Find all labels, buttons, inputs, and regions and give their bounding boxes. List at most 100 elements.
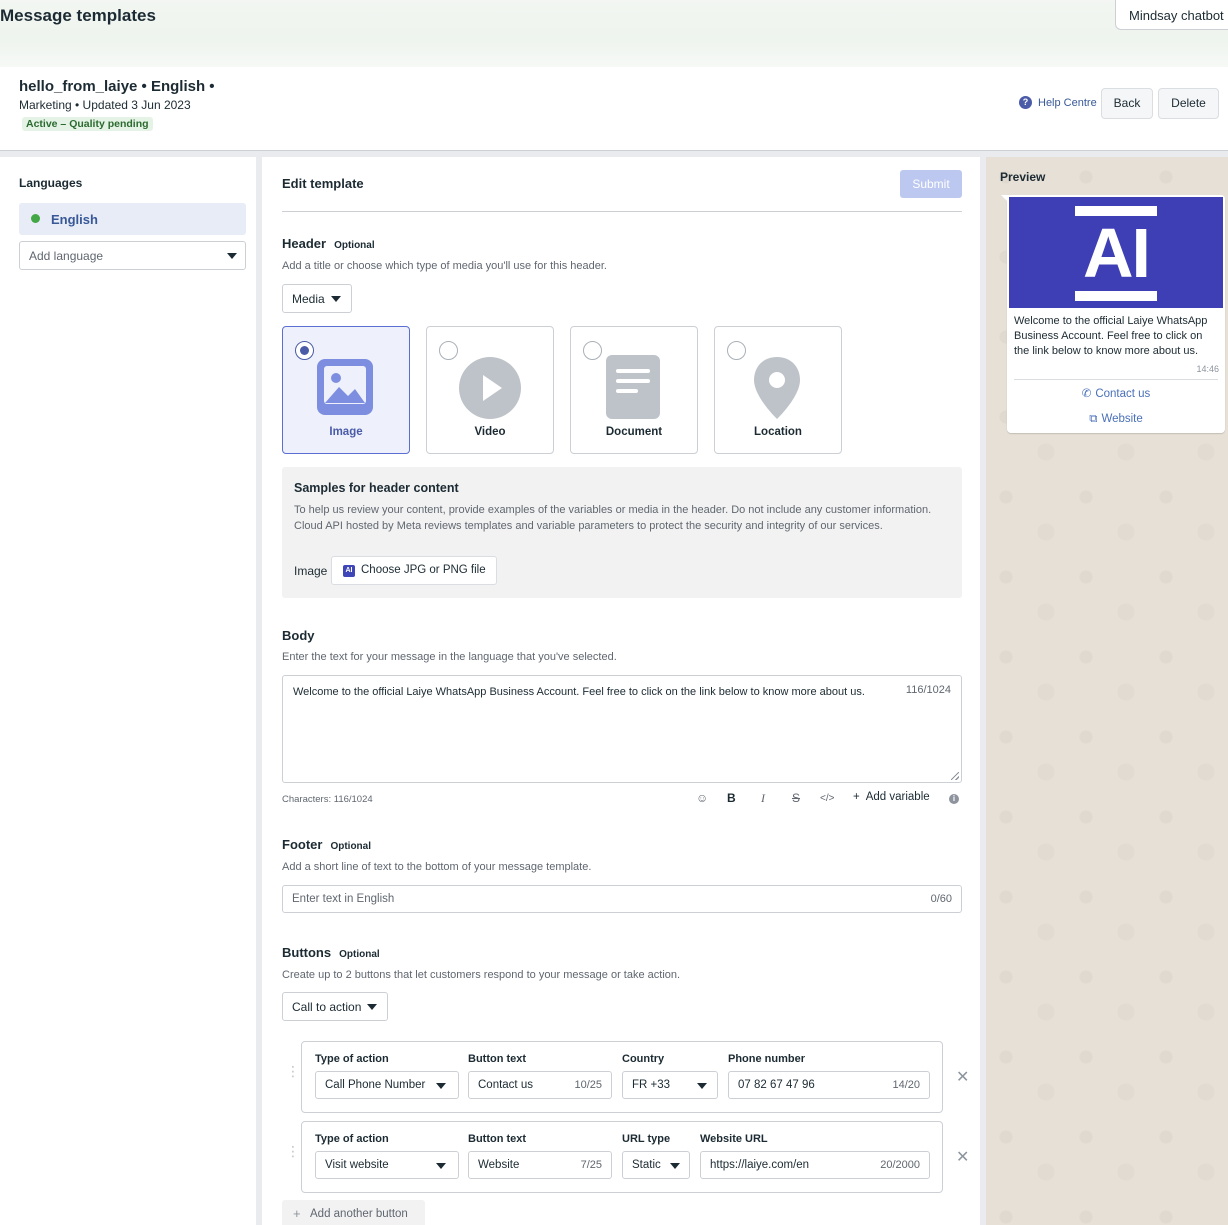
add-language-select[interactable]: Add language — [19, 241, 246, 270]
account-name: Mindsay chatbot — [1129, 8, 1224, 23]
image-icon — [317, 359, 373, 415]
footer-input[interactable]: Enter text in English 0/60 — [282, 885, 962, 913]
country-select[interactable]: FR +33 — [622, 1071, 718, 1099]
add-another-label: Add another button — [310, 1208, 408, 1220]
button-text-value: Contact us — [478, 1079, 533, 1091]
chevron-down-icon — [367, 1004, 377, 1010]
media-option-document[interactable]: Document — [570, 326, 698, 454]
template-header: hello_from_laiye • English • Marketing •… — [0, 67, 1228, 151]
samples-box: Samples for header content To help us re… — [282, 467, 962, 598]
delete-button[interactable]: Delete — [1158, 88, 1219, 119]
radio-button[interactable] — [727, 341, 746, 360]
media-option-image[interactable]: Image — [282, 326, 410, 454]
preview-title: Preview — [1000, 170, 1046, 184]
action-type-select[interactable]: Call Phone Number — [315, 1071, 459, 1099]
characters-count: Characters: 116/1024 — [282, 794, 373, 805]
chevron-down-icon — [436, 1083, 446, 1089]
edit-template-title: Edit template — [282, 176, 364, 191]
drag-handle-icon[interactable]: ⋮⋮ — [286, 1144, 313, 1158]
external-link-icon: ⧉ — [1089, 413, 1098, 425]
bold-icon[interactable]: B — [727, 791, 736, 805]
language-item-english[interactable]: English — [19, 203, 246, 235]
type-of-action-label: Type of action — [315, 1133, 389, 1145]
media-option-video[interactable]: Video — [426, 326, 554, 454]
url-type-select[interactable]: Static — [622, 1151, 690, 1179]
footer-description: Add a short line of text to the bottom o… — [282, 861, 592, 873]
chevron-down-icon — [670, 1163, 680, 1169]
body-textarea[interactable]: Welcome to the official Laiye WhatsApp B… — [282, 675, 962, 783]
button-text-count: 10/25 — [574, 1079, 602, 1091]
chevron-down-icon — [436, 1163, 446, 1169]
document-icon — [606, 355, 660, 419]
buttons-title: Buttons — [282, 945, 332, 960]
ai-logo-icon: AI — [343, 565, 355, 577]
footer-title: Footer — [282, 837, 323, 852]
drag-handle-icon[interactable]: ⋮⋮ — [286, 1064, 313, 1078]
button-text-input[interactable]: Website 7/25 — [468, 1151, 612, 1179]
phone-icon: ✆ — [1081, 388, 1092, 400]
chevron-down-icon — [697, 1083, 707, 1089]
radio-button[interactable] — [295, 341, 314, 360]
action-type-select[interactable]: Visit website — [315, 1151, 459, 1179]
resize-handle-icon[interactable] — [951, 772, 959, 780]
ai-logo-text: AI — [1083, 214, 1151, 292]
choose-file-button[interactable]: AI Choose JPG or PNG file — [331, 556, 497, 585]
play-icon — [459, 357, 521, 419]
italic-icon[interactable]: I — [761, 791, 765, 806]
plus-icon: + — [853, 791, 860, 803]
language-label: English — [51, 212, 98, 227]
preview-panel: Preview AI Welcome to the official Laiye… — [986, 157, 1228, 1225]
divider — [1014, 379, 1218, 380]
plus-icon: + — [293, 1206, 301, 1221]
close-icon[interactable]: ✕ — [956, 1067, 969, 1087]
optional-badge: Optional — [330, 841, 372, 852]
action-type-value: Call Phone Number — [325, 1079, 426, 1091]
button-text-count: 7/25 — [580, 1159, 602, 1171]
url-type-value: Static — [632, 1159, 661, 1171]
button-text-label: Button text — [468, 1133, 527, 1145]
action-type-value: Visit website — [325, 1159, 389, 1171]
back-button[interactable]: Back — [1101, 88, 1153, 119]
strikethrough-icon[interactable]: S — [792, 791, 800, 805]
website-button-card: Type of action Button text URL type Webs… — [301, 1121, 943, 1193]
help-centre-link[interactable]: ? Help Centre — [1019, 96, 1097, 109]
help-centre-label: Help Centre — [1038, 96, 1097, 109]
preview-timestamp: 14:46 — [1196, 364, 1219, 374]
add-another-button[interactable]: + Add another button — [282, 1200, 425, 1225]
website-url-count: 20/2000 — [880, 1159, 920, 1171]
media-option-label: Document — [605, 426, 663, 438]
media-option-location[interactable]: Location — [714, 326, 842, 454]
template-meta: Marketing • Updated 3 Jun 2023 — [19, 98, 191, 112]
account-switcher[interactable]: Mindsay chatbot — [1115, 0, 1228, 30]
top-bar: Message templates Mindsay chatbot — [0, 0, 1228, 67]
info-icon[interactable]: i — [949, 794, 959, 804]
radio-button[interactable] — [439, 341, 458, 360]
phone-number-input[interactable]: 07 82 67 47 96 14/20 — [728, 1071, 930, 1099]
call-button-card: Type of action Button text Country Phone… — [301, 1041, 943, 1113]
url-type-label: URL type — [622, 1133, 671, 1145]
body-char-count: 116/1024 — [905, 684, 951, 696]
buttons-type-select[interactable]: Call to action — [282, 992, 388, 1021]
chevron-down-icon — [331, 296, 341, 302]
optional-badge: Optional — [339, 949, 380, 960]
website-url-input[interactable]: https://laiye.com/en 20/2000 — [700, 1151, 930, 1179]
body-text: Welcome to the official Laiye WhatsApp B… — [293, 686, 865, 698]
add-language-placeholder: Add language — [29, 249, 104, 263]
button-text-input[interactable]: Contact us 10/25 — [468, 1071, 612, 1099]
preview-message-text: Welcome to the official Laiye WhatsApp B… — [1014, 315, 1208, 357]
footer-char-count: 0/60 — [930, 893, 952, 905]
emoji-icon[interactable]: ☺ — [696, 791, 708, 805]
code-icon[interactable]: </> — [820, 793, 834, 804]
country-value: FR +33 — [632, 1079, 671, 1091]
close-icon[interactable]: ✕ — [956, 1147, 969, 1167]
header-type-select[interactable]: Media — [282, 284, 352, 313]
website-url-value: https://laiye.com/en — [710, 1159, 810, 1171]
add-variable-button[interactable]: + Add variable — [853, 791, 930, 803]
preview-call-button: ✆ Contact us — [1007, 386, 1225, 400]
status-badge: Active – Quality pending — [22, 117, 153, 131]
page-title: Message templates — [0, 6, 156, 25]
submit-button[interactable]: Submit — [900, 170, 962, 198]
sample-image-label: Image — [294, 564, 328, 578]
radio-button[interactable] — [583, 341, 602, 360]
samples-title: Samples for header content — [294, 481, 459, 495]
